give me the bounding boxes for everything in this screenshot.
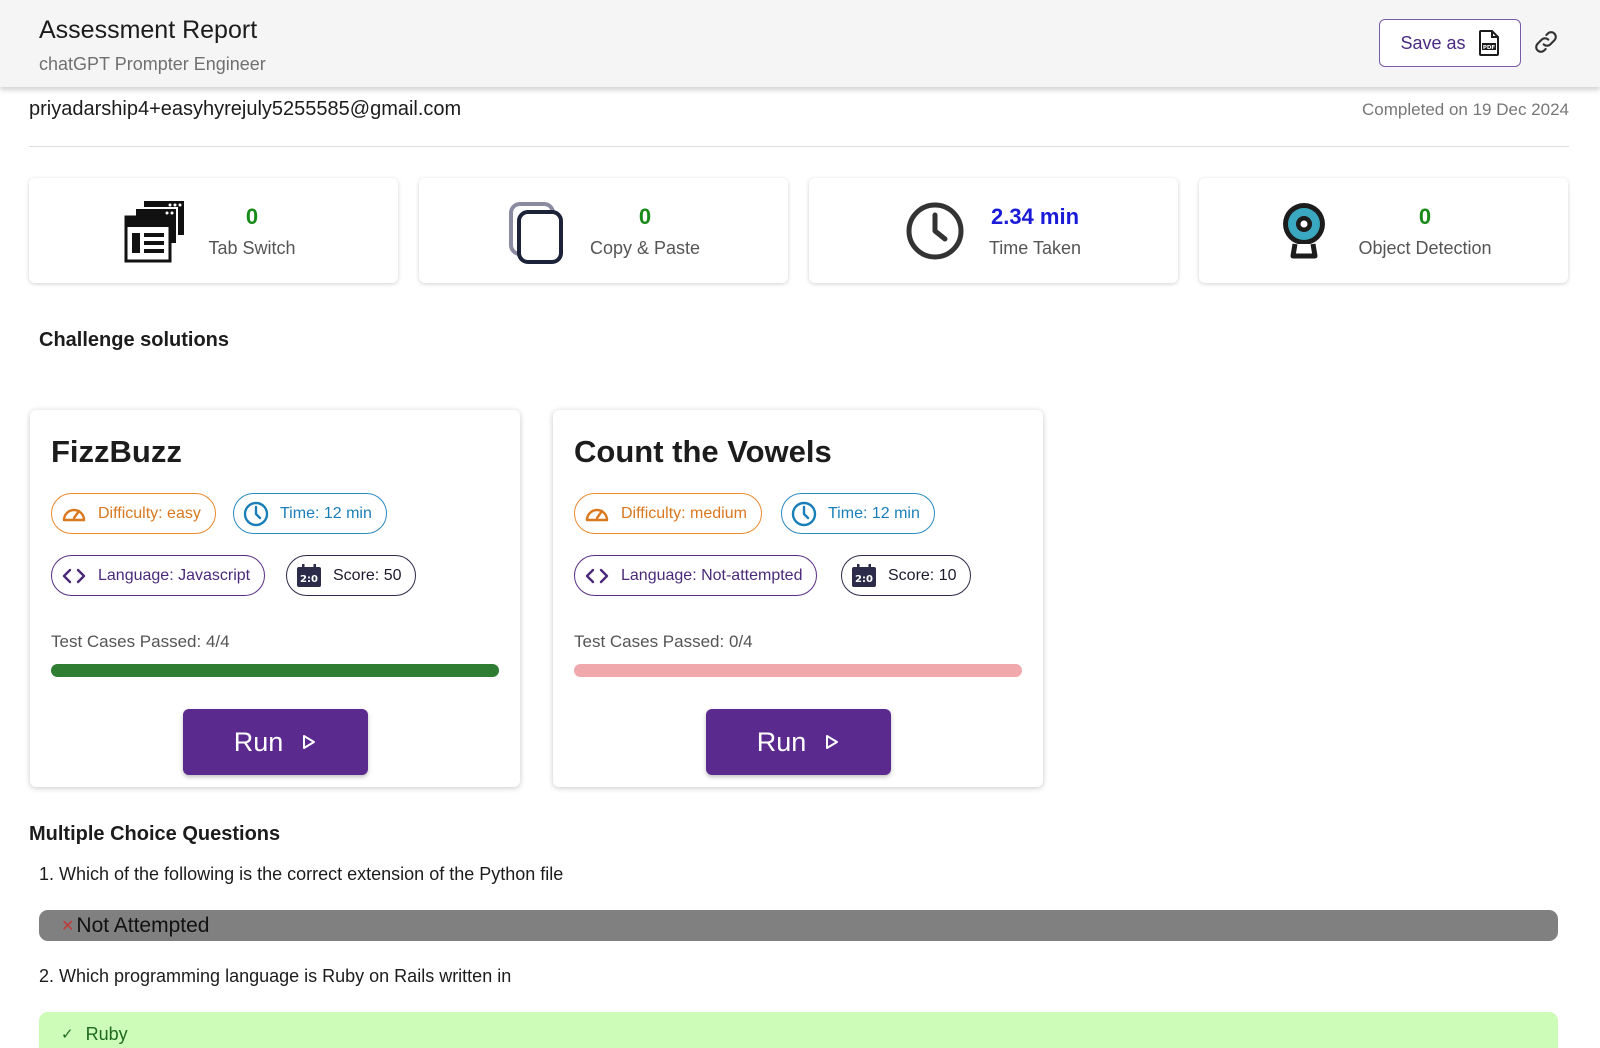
time-chip: Time: 12 min <box>781 493 935 534</box>
run-label: Run <box>233 726 284 757</box>
check-icon: ✓ <box>61 1026 74 1043</box>
difficulty-label: Difficulty: medium <box>621 504 747 522</box>
scoreboard-icon: 2:0 <box>852 563 876 587</box>
test-cases-progress-bar <box>51 664 499 677</box>
header-bar: Assessment Report chatGPT Prompter Engin… <box>0 0 1600 87</box>
stat-label: Object Detection <box>1358 238 1492 258</box>
score-label: Score: 50 <box>333 566 402 584</box>
stat-label: Time Taken <box>988 238 1082 258</box>
play-icon <box>303 735 316 749</box>
answer-text: Ruby <box>85 1023 128 1044</box>
stat-value: 0 <box>638 204 652 229</box>
speedometer-icon <box>62 508 86 521</box>
divider <box>29 146 1569 147</box>
language-chip: Language: Not-attempted <box>574 555 818 596</box>
webcam-icon <box>1283 203 1325 259</box>
code-icon <box>585 568 609 583</box>
mcq-question: 1. Which of the following is the correct… <box>39 864 564 884</box>
stat-label: Copy & Paste <box>589 238 701 258</box>
run-button[interactable]: Run <box>183 709 368 775</box>
test-cases-progress-bar <box>574 664 1022 677</box>
test-cases-label: Test Cases Passed: 4/4 <box>51 632 230 651</box>
stat-card-tab-switch: 0 Tab Switch <box>29 178 398 283</box>
challenges-section-title: Challenge solutions <box>39 329 230 351</box>
scoreboard-icon: 2:0 <box>297 563 321 587</box>
stat-value: 0 <box>1418 204 1432 229</box>
stat-card-object-detection: 0 Object Detection <box>1199 178 1568 283</box>
score-chip: 2:0 Score: 50 <box>286 555 417 596</box>
challenge-title: Count the Vowels <box>574 434 832 469</box>
tab-switch-icon <box>124 199 186 263</box>
svg-text:2:0: 2:0 <box>855 574 873 585</box>
pdf-file-icon: PDF <box>1478 30 1499 56</box>
stat-card-time-taken: 2.34 min Time Taken <box>809 178 1178 283</box>
challenge-card-count-the-vowels: Count the Vowels Difficulty: medium Time… <box>553 410 1043 787</box>
stat-value: 2.34 min <box>990 204 1080 229</box>
progress-fill <box>51 664 499 677</box>
copy-paste-icon <box>509 202 563 264</box>
candidate-email: priyadarship4+easyhyrejuly5255585@gmail.… <box>29 98 462 120</box>
time-chip: Time: 12 min <box>233 493 387 534</box>
mcq-section-title: Multiple Choice Questions <box>29 823 281 845</box>
difficulty-label: Difficulty: easy <box>98 504 201 522</box>
time-label: Time: 12 min <box>828 504 920 522</box>
language-label: Language: Javascript <box>98 566 251 584</box>
code-icon <box>62 568 86 583</box>
link-icon[interactable] <box>1532 28 1560 56</box>
page-subtitle: chatGPT Prompter Engineer <box>39 54 266 74</box>
difficulty-chip: Difficulty: medium <box>574 493 762 534</box>
time-label: Time: 12 min <box>280 504 372 522</box>
clock-icon <box>906 202 964 260</box>
svg-text:PDF: PDF <box>1482 45 1495 51</box>
completed-date: Completed on 19 Dec 2024 <box>1362 100 1569 119</box>
speedometer-icon <box>585 508 609 521</box>
challenge-title: FizzBuzz <box>51 434 182 469</box>
run-button[interactable]: Run <box>706 709 891 775</box>
language-label: Language: Not-attempted <box>621 566 803 584</box>
language-chip: Language: Javascript <box>51 555 266 596</box>
clock-icon <box>243 501 269 526</box>
play-icon <box>826 735 839 749</box>
test-cases-label: Test Cases Passed: 0/4 <box>574 632 753 651</box>
svg-text:2:0: 2:0 <box>300 574 318 585</box>
score-chip: 2:0 Score: 10 <box>841 555 972 596</box>
stat-card-copy-paste: 0 Copy & Paste <box>419 178 788 283</box>
save-as-button[interactable]: Save as PDF <box>1379 19 1521 67</box>
cross-icon: ✕ <box>61 917 75 935</box>
page-title: Assessment Report <box>39 16 258 44</box>
challenge-card-fizzbuzz: FizzBuzz Difficulty: easy Time: 12 min L… <box>30 410 520 787</box>
mcq-question: 2. Which programming language is Ruby on… <box>39 966 512 986</box>
answer-text: Not Attempted <box>76 913 210 937</box>
clock-icon <box>791 501 817 526</box>
stat-value: 0 <box>245 204 259 229</box>
stat-label: Tab Switch <box>208 238 296 258</box>
save-as-label: Save as <box>1400 32 1466 53</box>
mcq-answer-not-attempted: ✕ Not Attempted <box>39 910 1558 941</box>
mcq-answer-correct: ✓ Ruby <box>39 1012 1558 1048</box>
run-label: Run <box>756 726 807 757</box>
difficulty-chip: Difficulty: easy <box>51 493 216 534</box>
score-label: Score: 10 <box>888 566 957 584</box>
